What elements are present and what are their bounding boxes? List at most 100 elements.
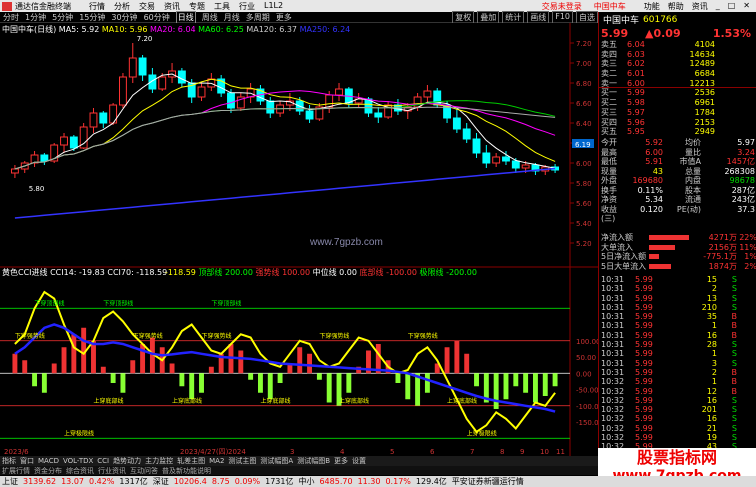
adjust-button[interactable]: 复权	[452, 10, 475, 24]
candle-body[interactable]	[197, 86, 206, 98]
candle-body[interactable]	[138, 57, 147, 76]
indicator-tab[interactable]: MA2	[209, 457, 224, 465]
watchlist-button[interactable]: 自选	[576, 10, 598, 24]
candle-body[interactable]	[177, 70, 186, 84]
candle-body[interactable]	[374, 112, 383, 118]
candle-body[interactable]	[119, 76, 127, 106]
indicator-tab[interactable]: 更多	[334, 456, 348, 466]
indicator-tab[interactable]: 趋势动力	[113, 456, 141, 466]
indicator-tab[interactable]: 设置	[352, 456, 366, 466]
orderbook-row[interactable]: 买一 5.99 2536	[599, 88, 756, 98]
indicator-tab[interactable]: 窗口	[20, 456, 34, 466]
period-tab-15min[interactable]: 15分钟	[79, 12, 105, 23]
period-tab-5min[interactable]: 5分钟	[52, 12, 73, 23]
orderbook-row[interactable]: 卖一 6.00 12213	[599, 79, 756, 89]
menu-item-function[interactable]: 功能	[644, 1, 660, 12]
candle-body[interactable]	[462, 128, 471, 140]
candle-body[interactable]	[40, 154, 49, 162]
flow-bar	[649, 235, 689, 241]
info-tab[interactable]: 扩展行情	[2, 466, 30, 476]
orderbook-row[interactable]: 买四 5.96 2153	[599, 118, 756, 128]
menu-item-analysis[interactable]: 分析	[114, 1, 130, 12]
indicator-tab[interactable]: MACD	[38, 457, 59, 465]
tick-list[interactable]: 10:31 5.99 15 S 10:31 5.99 2 S 10:31 5.99 13 S 10:31…	[599, 275, 756, 452]
menu-item-tools[interactable]: 工具	[214, 1, 230, 12]
indicator-tab[interactable]: VOL-TDX	[63, 457, 93, 465]
orderbook-row[interactable]: 买五 5.95 2949	[599, 127, 756, 137]
candle-body[interactable]	[69, 136, 78, 149]
period-tab-daily[interactable]: 日线	[175, 10, 196, 24]
candle-body[interactable]	[89, 112, 98, 128]
close-icon[interactable]: ✕	[743, 1, 750, 12]
period-tab-tick[interactable]: 分时	[3, 12, 19, 23]
cci-bar	[503, 373, 509, 400]
draw-button[interactable]: 画线	[527, 10, 550, 24]
app-title: 通达信金融终端	[15, 1, 71, 11]
orderbook-row[interactable]: 卖四 6.03 14634	[599, 50, 756, 60]
indicator-tab[interactable]: 测试幅图B	[297, 456, 330, 466]
candle-body[interactable]	[158, 76, 167, 90]
indicator-tab[interactable]: 指标	[2, 456, 16, 466]
info-tab[interactable]: 综合资讯	[66, 466, 94, 476]
indicator-tab[interactable]: 主力监控	[145, 456, 173, 466]
orderbook-row[interactable]: 买二 5.98 6961	[599, 98, 756, 108]
info-tab[interactable]: 资金分布	[34, 466, 62, 476]
candle-body[interactable]	[10, 168, 19, 174]
period-tab-monthly[interactable]: 月线	[224, 12, 240, 23]
menu-item-quotes[interactable]: 行情	[89, 1, 105, 12]
candle-body[interactable]	[492, 156, 501, 164]
menu-item-trade[interactable]: 交易	[139, 1, 155, 12]
indicator-tab[interactable]: 轧差主图	[177, 456, 205, 466]
candle-body[interactable]	[511, 160, 520, 169]
candle-body[interactable]	[60, 136, 68, 146]
orderbook-row[interactable]: 卖三 6.02 12489	[599, 59, 756, 69]
orderbook-row[interactable]: 卖五 6.04 4104	[599, 40, 756, 50]
tick-price: 5.99	[635, 423, 653, 433]
period-tab-weekly[interactable]: 周线	[202, 12, 218, 23]
indicator-tab[interactable]: CCI	[97, 457, 109, 465]
candle-body[interactable]	[521, 164, 530, 169]
menu-item-l1l2[interactable]: L1L2	[264, 1, 283, 12]
candle-body[interactable]	[305, 110, 314, 120]
overlay-button[interactable]: 叠加	[477, 10, 500, 24]
menu-item-industry[interactable]: 行业	[239, 1, 255, 12]
period-tab-more[interactable]: 更多	[276, 12, 292, 23]
candle-body[interactable]	[482, 152, 491, 164]
stats-key: 最高	[601, 147, 617, 157]
candle-body[interactable]	[128, 57, 137, 78]
period-tab-60min[interactable]: 60分钟	[144, 12, 170, 23]
candle-body[interactable]	[335, 88, 343, 96]
stats-button[interactable]: 统计	[502, 10, 525, 24]
period-tab-multi[interactable]: 多周期	[246, 12, 270, 23]
index-name[interactable]: 上证	[2, 476, 18, 487]
menu-item-info[interactable]: 资讯	[692, 1, 708, 12]
orderbook-row[interactable]: 卖二 6.01 6684	[599, 69, 756, 79]
candle-body[interactable]	[452, 117, 461, 130]
info-tab[interactable]: 互动问答	[130, 466, 158, 476]
flow-value: -775.1万	[703, 252, 737, 261]
info-tab[interactable]: 行业资讯	[98, 466, 126, 476]
candle-body[interactable]	[423, 90, 432, 98]
indicator-tab[interactable]: 测试主图	[228, 456, 256, 466]
candle-body[interactable]	[472, 138, 481, 154]
index-change: 11.30	[357, 477, 381, 486]
info-tab[interactable]: 普及新功能说明	[162, 466, 211, 476]
candle-body[interactable]	[227, 92, 235, 109]
current-stock-link[interactable]: 中国中车	[594, 1, 626, 12]
candle-body[interactable]	[325, 94, 334, 108]
period-tab-1min[interactable]: 1分钟	[25, 12, 46, 23]
maximize-icon[interactable]: □	[728, 1, 736, 12]
candle-body[interactable]	[502, 156, 510, 162]
period-tab-30min[interactable]: 30分钟	[111, 12, 137, 23]
minimize-icon[interactable]: _	[716, 1, 720, 12]
candle-body[interactable]	[99, 112, 108, 124]
f10-button[interactable]: F10	[552, 10, 573, 24]
kline-chart[interactable]: 7.207.006.806.606.406.206.005.805.605.40…	[0, 23, 598, 456]
menu-item-help[interactable]: 帮助	[668, 1, 684, 12]
index-name[interactable]: 深证	[153, 476, 169, 487]
indicator-tab[interactable]: 测试幅图A	[260, 456, 293, 466]
candle-body[interactable]	[266, 100, 275, 114]
stats-value: 1457亿	[726, 157, 755, 166]
orderbook-row[interactable]: 买三 5.97 1784	[599, 108, 756, 118]
index-name[interactable]: 中小	[298, 476, 314, 487]
